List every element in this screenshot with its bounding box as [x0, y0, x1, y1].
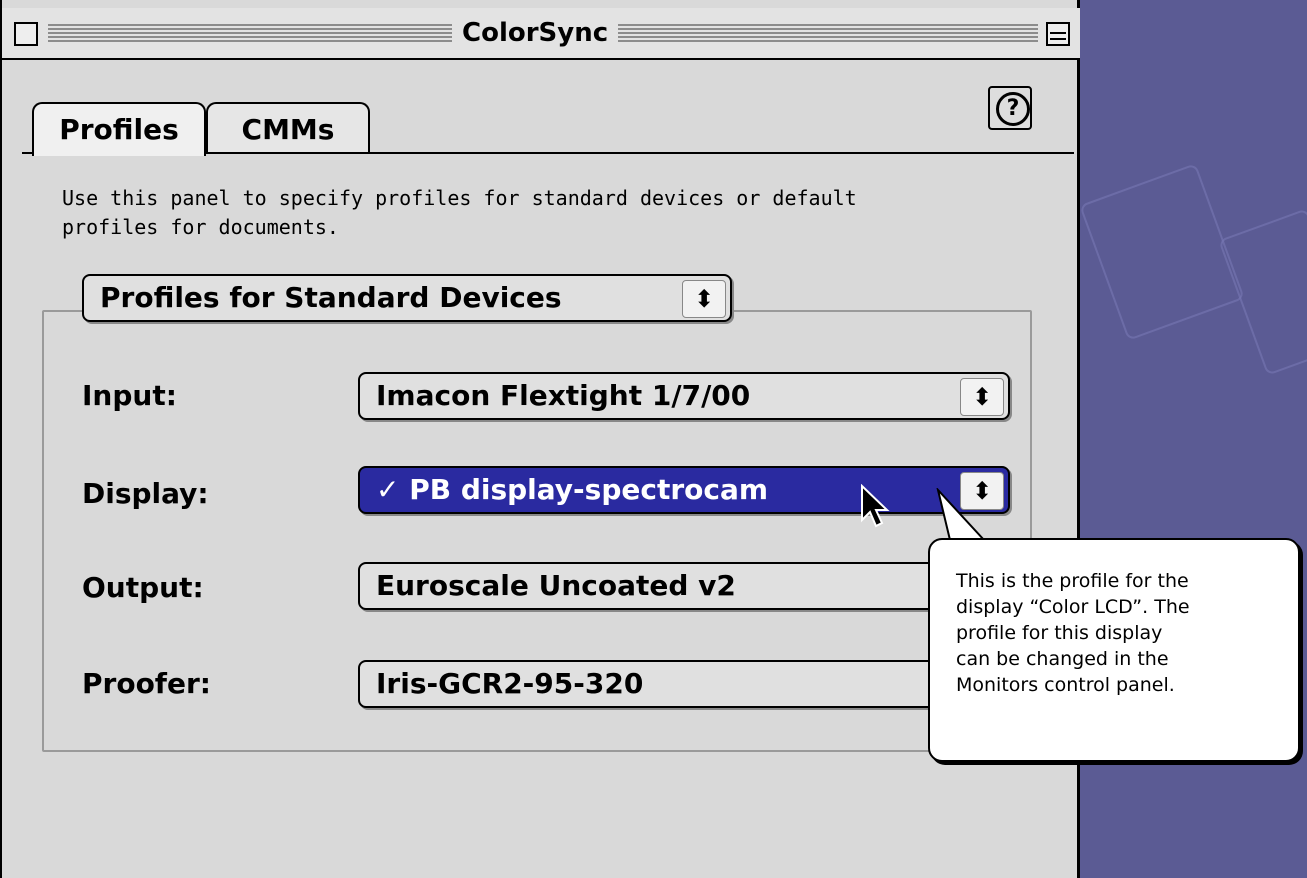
title-bar[interactable]: ColorSync: [2, 8, 1080, 60]
question-icon: ?: [996, 92, 1030, 126]
input-label: Input:: [82, 379, 177, 412]
help-balloon-text: This is the profile for the display “Col…: [956, 570, 1190, 696]
output-profile-value: Euroscale Uncoated v2: [376, 569, 736, 602]
tab-profiles[interactable]: Profiles: [32, 102, 206, 156]
help-balloon: This is the profile for the display “Col…: [928, 538, 1300, 762]
output-profile-popup[interactable]: Euroscale Uncoated v2: [358, 562, 1010, 610]
panel-description: Use this panel to specify profiles for s…: [62, 186, 857, 239]
popup-arrows-icon: [682, 280, 726, 318]
close-box[interactable]: [14, 22, 38, 46]
mouse-pointer-icon: [861, 484, 890, 528]
colorsync-window: ColorSync Profiles CMMs ? Use this panel…: [0, 0, 1080, 878]
collapse-box[interactable]: [1046, 22, 1070, 46]
window-content: Profiles CMMs ? Use this panel to specif…: [8, 60, 1074, 872]
input-profile-popup[interactable]: Imacon Flextight 1/7/00: [358, 372, 1010, 420]
desktop-decoration: [1079, 163, 1245, 341]
proofer-label: Proofer:: [82, 667, 211, 700]
profile-category-popup[interactable]: Profiles for Standard Devices: [82, 274, 732, 322]
proofer-profile-popup[interactable]: Iris-GCR2-95-320: [358, 660, 1010, 708]
help-button[interactable]: ?: [988, 86, 1032, 130]
display-label: Display:: [82, 477, 209, 510]
popup-arrows-icon: [960, 378, 1004, 416]
proofer-profile-value: Iris-GCR2-95-320: [376, 667, 644, 700]
display-profile-value: ✓ PB display-spectrocam: [376, 473, 769, 506]
input-profile-value: Imacon Flextight 1/7/00: [376, 379, 751, 412]
profile-category-value: Profiles for Standard Devices: [100, 281, 562, 314]
display-profile-popup[interactable]: ✓ PB display-spectrocam: [358, 466, 1010, 514]
output-label: Output:: [82, 571, 204, 604]
tab-cmms[interactable]: CMMs: [206, 102, 370, 154]
window-title: ColorSync: [452, 18, 619, 48]
